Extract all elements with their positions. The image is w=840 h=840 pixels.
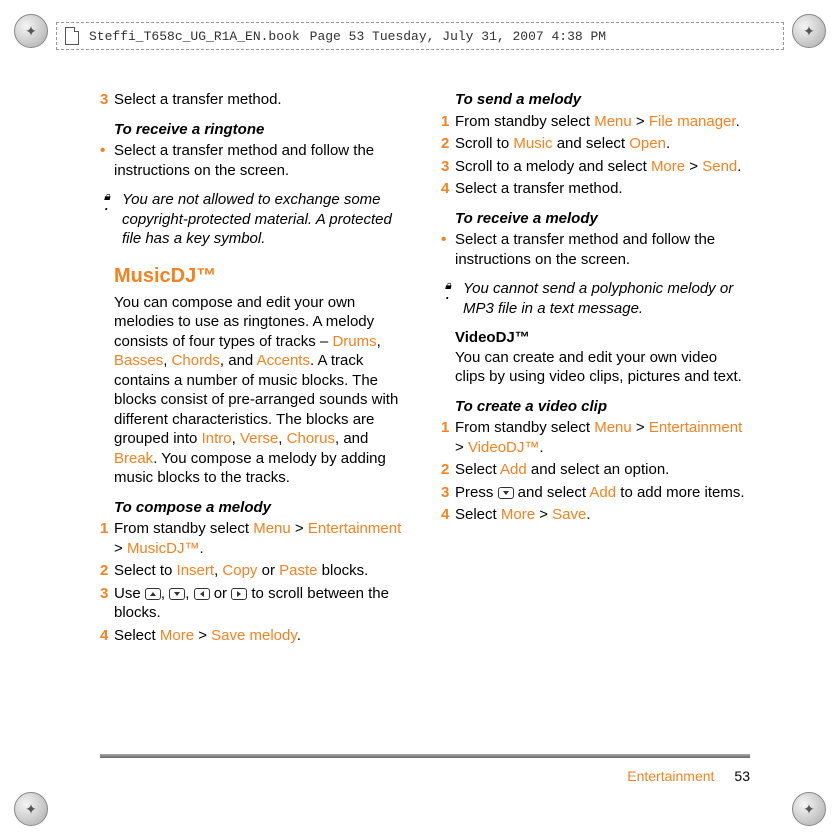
header-pageinfo: Page 53 Tuesday, July 31, 2007 4:38 PM <box>310 29 606 44</box>
list-item: 2 Select to Insert, Copy or Paste blocks… <box>100 561 409 581</box>
corner-screw-bl <box>14 792 48 826</box>
list-item: 4 Select More > Save melody. <box>100 626 409 646</box>
step-number: 1 <box>441 112 455 132</box>
step-text: Select Add and select an option. <box>455 460 750 480</box>
step-text: Scroll to Music and select Open. <box>455 134 750 154</box>
step-number: 1 <box>441 418 455 457</box>
step-text: Press and select Add to add more items. <box>455 483 750 503</box>
step-text: Scroll to a melody and select More > Sen… <box>455 157 750 177</box>
section-title: MusicDJ™ <box>100 263 409 289</box>
list-item: 3 Scroll to a melody and select More > S… <box>441 157 750 177</box>
footer-section: Entertainment <box>627 768 714 784</box>
list-item: 1 From standby select Menu > Entertainme… <box>441 418 750 457</box>
list-item: 3 Press and select Add to add more items… <box>441 483 750 503</box>
body-text: You can compose and edit your own melodi… <box>100 293 409 488</box>
step-number: 1 <box>100 519 114 558</box>
step-number: 4 <box>100 626 114 646</box>
footer-page-number: 53 <box>734 768 750 784</box>
subheading: To compose a melody <box>100 498 409 518</box>
step-text: From standby select Menu > File manager. <box>455 112 750 132</box>
step-text: Select a transfer method. <box>455 179 750 199</box>
subheading: To send a melody <box>441 90 750 110</box>
note-text: You are not allowed to exchange some cop… <box>122 190 409 249</box>
nav-down-icon <box>498 487 514 499</box>
corner-screw-tr <box>792 14 826 48</box>
right-column: To send a melody 1 From standby select M… <box>441 90 750 750</box>
note: 🔒︎. You are not allowed to exchange some… <box>100 190 409 249</box>
list-item: 2 Scroll to Music and select Open. <box>441 134 750 154</box>
lock-icon: 🔒︎. <box>100 190 114 249</box>
step-text: Select More > Save. <box>455 505 750 525</box>
step-text: From standby select Menu > Entertainment… <box>455 418 750 457</box>
step-number: 3 <box>441 483 455 503</box>
list-item: • Select a transfer method and follow th… <box>441 230 750 269</box>
subheading: To receive a ringtone <box>100 120 409 140</box>
subheading: To create a video clip <box>441 397 750 417</box>
file-icon <box>65 27 79 45</box>
print-header: Steffi_T658c_UG_R1A_EN.book Page 53 Tues… <box>56 22 784 50</box>
step-number: 4 <box>441 505 455 525</box>
corner-screw-br <box>792 792 826 826</box>
left-column: 3 Select a transfer method. To receive a… <box>100 90 409 750</box>
step-number: 2 <box>441 134 455 154</box>
lock-icon: 🔒︎. <box>441 279 455 318</box>
list-item: • Select a transfer method and follow th… <box>100 141 409 180</box>
list-item: 3 Use , , or to scroll between the block… <box>100 584 409 623</box>
nav-up-icon <box>145 588 161 600</box>
step-number: 3 <box>100 90 114 110</box>
body-text: You can create and edit your own video c… <box>441 348 750 387</box>
section-subtitle: VideoDJ™ <box>441 328 750 348</box>
step-number: 4 <box>441 179 455 199</box>
note: 🔒︎. You cannot send a polyphonic melody … <box>441 279 750 318</box>
header-filename: Steffi_T658c_UG_R1A_EN.book <box>89 29 300 44</box>
page-content: 3 Select a transfer method. To receive a… <box>100 90 750 750</box>
step-text: Select to Insert, Copy or Paste blocks. <box>114 561 409 581</box>
list-item: 4 Select More > Save. <box>441 505 750 525</box>
nav-left-icon <box>194 588 210 600</box>
nav-right-icon <box>231 588 247 600</box>
note-text: You cannot send a polyphonic melody or M… <box>463 279 750 318</box>
page-footer: Entertainment 53 <box>627 768 750 784</box>
step-number: 3 <box>100 584 114 623</box>
list-item: 4 Select a transfer method. <box>441 179 750 199</box>
step-text: Select More > Save melody. <box>114 626 409 646</box>
step-text: Use , , or to scroll between the blocks. <box>114 584 409 623</box>
bullet-icon: • <box>441 230 455 269</box>
bullet-icon: • <box>100 141 114 180</box>
bullet-text: Select a transfer method and follow the … <box>114 141 409 180</box>
list-item: 1 From standby select Menu > File manage… <box>441 112 750 132</box>
list-item: 2 Select Add and select an option. <box>441 460 750 480</box>
step-number: 2 <box>100 561 114 581</box>
step-text: From standby select Menu > Entertainment… <box>114 519 409 558</box>
nav-down-icon <box>169 588 185 600</box>
step-number: 2 <box>441 460 455 480</box>
step-number: 3 <box>441 157 455 177</box>
subheading: To receive a melody <box>441 209 750 229</box>
list-item: 3 Select a transfer method. <box>100 90 409 110</box>
step-text: Select a transfer method. <box>114 90 409 110</box>
corner-screw-tl <box>14 14 48 48</box>
bullet-text: Select a transfer method and follow the … <box>455 230 750 269</box>
list-item: 1 From standby select Menu > Entertainme… <box>100 519 409 558</box>
footer-divider <box>100 754 750 758</box>
